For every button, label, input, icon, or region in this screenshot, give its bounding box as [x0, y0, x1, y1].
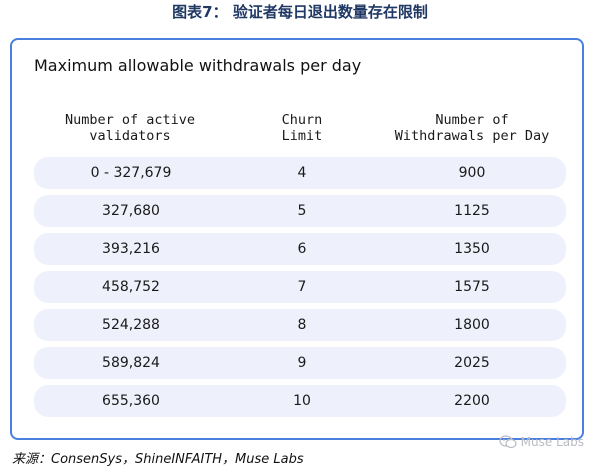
table-row: 589,824 9 2025 — [34, 347, 566, 379]
watermark-text: Muse Labs — [520, 435, 584, 449]
table-row: 327,680 5 1125 — [34, 195, 566, 227]
column-header-withdrawals-per-day: Number of Withdrawals per Day — [394, 112, 550, 144]
cell-active-validators: 393,216 — [102, 241, 160, 257]
cell-active-validators: 524,288 — [102, 317, 160, 333]
figure-title: 图表7： 验证者每日退出数量存在限制 — [172, 3, 428, 21]
cell-churn-limit: 6 — [297, 241, 307, 257]
cell-active-validators: 0 - 327,679 — [90, 165, 172, 181]
column-header-active-validators: Number of active validators — [64, 112, 196, 144]
source-note: 来源：ConsenSys，ShineINFAITH，Muse Labs — [12, 452, 304, 467]
cell-withdrawals-per-day: 1125 — [454, 203, 490, 219]
cell-withdrawals-per-day: 2200 — [454, 393, 490, 409]
cell-withdrawals-per-day: 1800 — [454, 317, 490, 333]
table-row: 524,288 8 1800 — [34, 309, 566, 341]
column-header-churn-limit: Churn Limit — [281, 112, 323, 144]
cell-churn-limit: 7 — [297, 279, 307, 295]
cell-withdrawals-per-day: 1350 — [454, 241, 490, 257]
cell-churn-limit: 9 — [297, 355, 307, 371]
card-title: Maximum allowable withdrawals per day — [34, 56, 362, 75]
cell-withdrawals-per-day: 2025 — [454, 355, 490, 371]
cell-withdrawals-per-day: 1575 — [454, 279, 490, 295]
cell-active-validators: 458,752 — [102, 279, 160, 295]
cell-active-validators: 655,360 — [102, 393, 160, 409]
cell-churn-limit: 4 — [297, 165, 307, 181]
cell-churn-limit: 8 — [297, 317, 307, 333]
cell-churn-limit: 10 — [293, 393, 311, 409]
table-row: 0 - 327,679 4 900 — [34, 157, 566, 189]
cell-churn-limit: 5 — [297, 203, 307, 219]
table-row: 655,360 10 2200 — [34, 385, 566, 417]
table-body: 0 - 327,679 4 900 327,680 5 1125 393,216… — [34, 157, 566, 423]
table-card: Maximum allowable withdrawals per day Nu… — [10, 38, 584, 440]
cell-active-validators: 589,824 — [102, 355, 160, 371]
table-row: 458,752 7 1575 — [34, 271, 566, 303]
cell-withdrawals-per-day: 900 — [458, 165, 486, 181]
cell-active-validators: 327,680 — [102, 203, 160, 219]
watermark: Muse Labs — [499, 432, 584, 452]
table-row: 393,216 6 1350 — [34, 233, 566, 265]
wechat-icon — [499, 435, 517, 449]
